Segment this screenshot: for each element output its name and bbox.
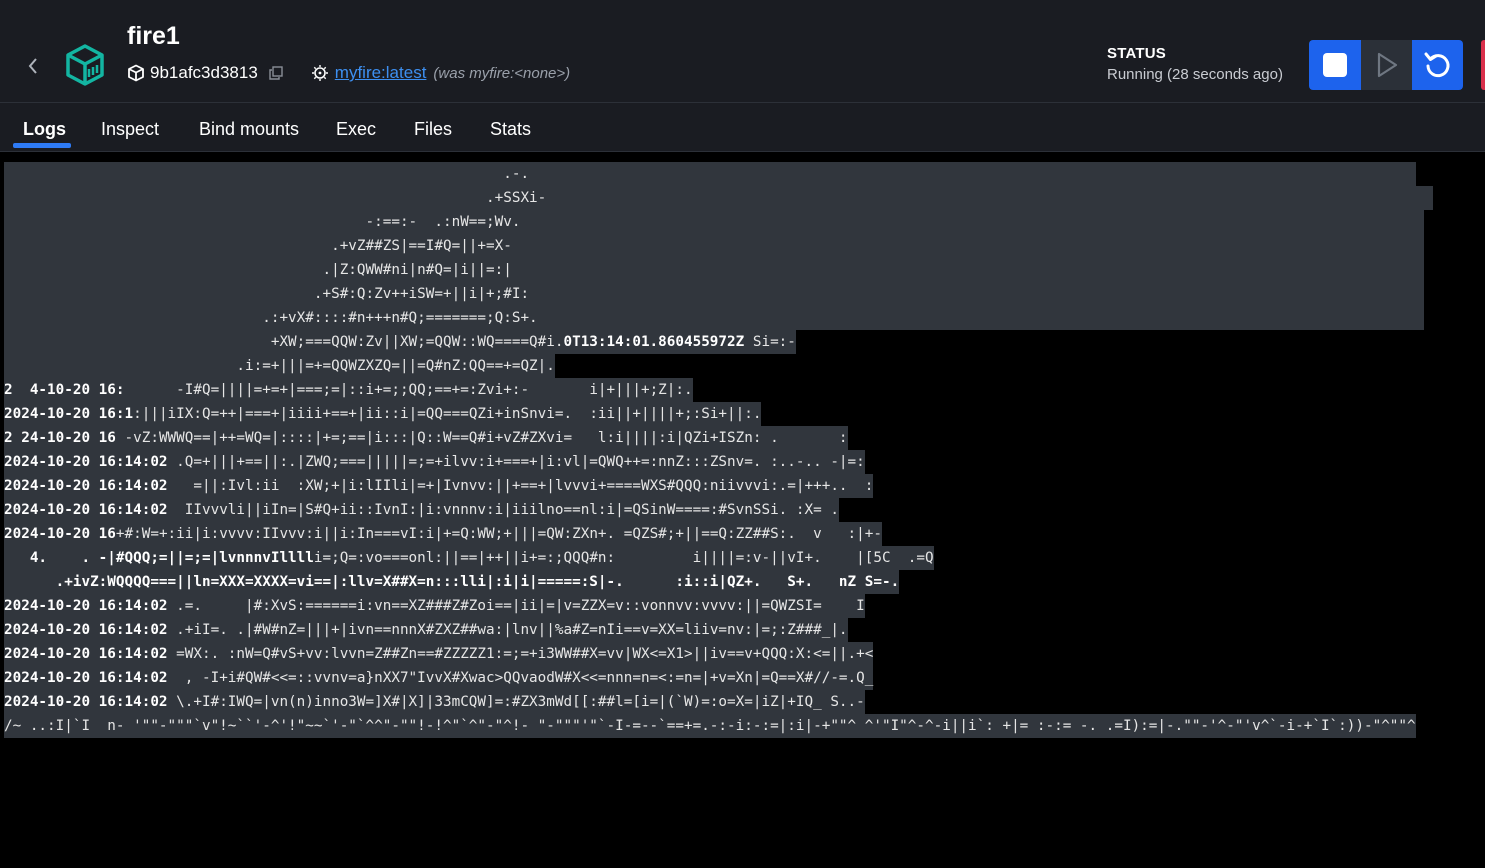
container-icon (66, 44, 104, 86)
log-line: 2024-10-20 16:14:02 .=. |#:XvS:======i:v… (4, 594, 865, 618)
log-text: +XW;===QQW:Zv||XW;=QQW::WQ====Q#i. (4, 334, 564, 350)
log-text: =||:Ivl:ii :XW;+|i:lIIli|=+|Ivnvv:||+==+… (167, 478, 874, 494)
log-text: .+S#:Q:Zv++iSW=+||i|+;#I: (4, 286, 1425, 302)
log-text: .:+vX#::::#n+++n#Q;=======;Q:S+. (4, 310, 1425, 326)
cube-icon (127, 64, 145, 82)
log-line: 2 4-10-20 16: -I#Q=||||=+=+|===;=|::i+=;… (4, 378, 693, 402)
log-line: .:+vX#::::#n+++n#Q;=======;Q:S+. (4, 306, 1425, 330)
log-timestamp: 2024-10-20 16:14:02 (4, 646, 168, 662)
log-text: =WX:. :nW=Q#vS+vv:lvvn=Z##Zn==#ZZZZZ1:=;… (167, 646, 874, 662)
log-timestamp: 2024-10-20 16:14:02 (4, 478, 168, 494)
log-text: .Q=+|||+==||:.|ZWQ;===|||||=;=+ilvv:i+==… (167, 454, 865, 470)
log-text: :|||iIX:Q=++|===+|iiii+==+|ii::i|=QQ===Q… (133, 406, 762, 422)
log-line: /~ ..:I|`I n- '""-"""`v"!~``'-^'!"~~`'-"… (4, 714, 1416, 738)
log-text: , -I+i#QW#<<=::vvnv=a}nXX7"IvvX#Xwac>QQv… (167, 670, 874, 686)
back-button[interactable] (22, 52, 44, 80)
tab-inspect[interactable]: Inspect (101, 103, 159, 151)
log-timestamp: 2024-10-20 16:14:02 (4, 454, 168, 470)
log-timestamp: .+ivZ:WQQQQ===||ln=XXX=XXXX=vi==|:llv=X#… (4, 574, 900, 590)
tab-bind-mounts[interactable]: Bind mounts (199, 103, 299, 151)
delete-button-edge[interactable] (1481, 40, 1485, 90)
log-line: 2024-10-20 16:14:02 .Q=+|||+==||:.|ZWQ;=… (4, 450, 865, 474)
log-timestamp: 0T13:14:01.860455972Z (563, 334, 745, 350)
log-text: .|Z:QWW#ni|n#Q=|i||=:| (4, 262, 1425, 278)
container-id: 9b1afc3d3813 (150, 63, 258, 82)
log-text: /~ ..:I|`I n- '""-"""`v"!~``'-^'!"~~`'-"… (4, 718, 1416, 734)
log-timestamp: 2024-10-20 16:14:02 (4, 670, 168, 686)
log-text: -I#Q=||||=+=+|===;=|::i+=;;QQ;==+=:Zvi+:… (124, 382, 693, 398)
log-line: .+ivZ:WQQQQ===||ln=XXX=XXXX=vi==|:llv=X#… (4, 570, 900, 594)
log-line: 2024-10-20 16:14:02 , -I+i#QW#<<=::vvnv=… (4, 666, 874, 690)
chevron-left-icon (28, 58, 37, 74)
log-text: IIvvvli||iIn=|S#Q+ii::IvnI:|i:vnnnv:i|ii… (167, 502, 839, 518)
active-tab-indicator (13, 143, 71, 148)
log-line: 2024-10-20 16+#:W=+:ii|i:vvvv:IIvvv:i||i… (4, 522, 882, 546)
log-line: 2024-10-20 16:1:|||iIX:Q=++|===+|iiii+==… (4, 402, 762, 426)
container-meta: 9b1afc3d3813 myfire:latest (was myfire:<… (127, 62, 570, 84)
status-value: Running (28 seconds ago) (1107, 66, 1283, 83)
tab-stats[interactable]: Stats (490, 103, 531, 151)
log-text: -:==:- .:nW==;Wv. (4, 214, 1425, 230)
log-timestamp: 2 4-10-20 16: (4, 382, 125, 398)
log-line: .i:=+|||=+=QQWZXZQ=||=Q#nZ:QQ==+=QZ|. (4, 354, 555, 378)
image-icon (311, 64, 329, 82)
log-timestamp: 2024-10-20 16:1 (4, 406, 134, 422)
container-header: fire1 9b1afc3d3813 myfire:latest (was my… (0, 0, 1485, 103)
log-line: 4. . -|#QQQ;=||=;=|lvnnnvIlllli=;Q=:vo==… (4, 546, 934, 570)
log-text: .+SSXi- (4, 190, 1433, 206)
log-text: .=. |#:XvS:======i:vn==XZ###Z#Zoi==|ii|=… (167, 598, 865, 614)
log-text: +#:W=+:ii|i:vvvv:IIvvv:i||i:In===vI:i|+=… (115, 526, 882, 542)
log-timestamp: 2024-10-20 16:14:02 (4, 622, 168, 638)
tab-exec[interactable]: Exec (336, 103, 376, 151)
log-timestamp: 4. . -|#QQQ;=||=;=|lvnnnvIllll (4, 550, 314, 566)
log-line: .|Z:QWW#ni|n#Q=|i||=:| (4, 258, 1425, 282)
previous-image-note: (was myfire:<none>) (433, 64, 571, 82)
start-button[interactable] (1361, 40, 1412, 90)
log-text: i=;Q=:vo===onl:||==|++||i+=:;QQQ#n: i|||… (313, 550, 934, 566)
stop-icon (1323, 53, 1347, 77)
log-timestamp: 2024-10-20 16:14:02 (4, 598, 168, 614)
log-line: 2 24-10-20 16 -vZ:WWWQ==|++=WQ=|::::|+=;… (4, 426, 848, 450)
status-label: STATUS (1107, 45, 1166, 62)
log-timestamp: 2024-10-20 16:14:02 (4, 502, 168, 518)
restart-icon (1424, 52, 1449, 78)
log-text: .+iI=. .|#W#nZ=|||+|ivn==nnnX#ZXZ##wa:|l… (167, 622, 848, 638)
log-timestamp: 2024-10-20 16:14:02 (4, 694, 168, 710)
log-line: 2024-10-20 16:14:02 IIvvvli||iIn=|S#Q+ii… (4, 498, 839, 522)
log-timestamp: 2 24-10-20 16 (4, 430, 116, 446)
log-line: +XW;===QQW:Zv||XW;=QQW::WQ====Q#i.0T13:1… (4, 330, 796, 354)
log-text: -vZ:WWWQ==|++=WQ=|::::|+=;==|i:::|Q::W==… (115, 430, 848, 446)
tab-bar: Logs Inspect Bind mounts Exec Files Stat… (0, 103, 1485, 152)
log-text: .+vZ##ZS|==I#Q=||+=X- (4, 238, 1425, 254)
log-line: .+S#:Q:Zv++iSW=+||i|+;#I: (4, 282, 1425, 306)
log-line: 2024-10-20 16:14:02 =||:Ivl:ii :XW;+|i:l… (4, 474, 874, 498)
log-line: .+vZ##ZS|==I#Q=||+=X- (4, 234, 1425, 258)
log-line: 2024-10-20 16:14:02 =WX:. :nW=Q#vS+vv:lv… (4, 642, 874, 666)
log-output[interactable]: .-. .+SSXi- -:==:- .:nW==;Wv. .+vZ##ZS|=… (0, 152, 1485, 868)
log-line: .+SSXi- (4, 186, 1433, 210)
tab-files[interactable]: Files (414, 103, 452, 151)
copy-icon[interactable] (269, 66, 283, 80)
log-line: 2024-10-20 16:14:02 .+iI=. .|#W#nZ=|||+|… (4, 618, 848, 642)
log-line: 2024-10-20 16:14:02 \.+I#:IWQ=|vn(n)inno… (4, 690, 865, 714)
image-link[interactable]: myfire:latest (335, 63, 427, 83)
restart-button[interactable] (1412, 40, 1463, 90)
container-name: fire1 (127, 22, 180, 50)
log-timestamp: 2024-10-20 16 (4, 526, 116, 542)
log-line: .-. (4, 162, 1416, 186)
log-text: Si=:- (744, 334, 796, 350)
log-text: .-. (4, 166, 1416, 182)
log-text: .i:=+|||=+=QQWZXZQ=||=Q#nZ:QQ==+=QZ|. (4, 358, 555, 374)
stop-button[interactable] (1309, 40, 1361, 90)
play-icon (1377, 52, 1397, 78)
log-text: \.+I#:IWQ=|vn(n)inno3W=]X#|X]|33mCQW]=:#… (167, 694, 865, 710)
log-line: -:==:- .:nW==;Wv. (4, 210, 1425, 234)
